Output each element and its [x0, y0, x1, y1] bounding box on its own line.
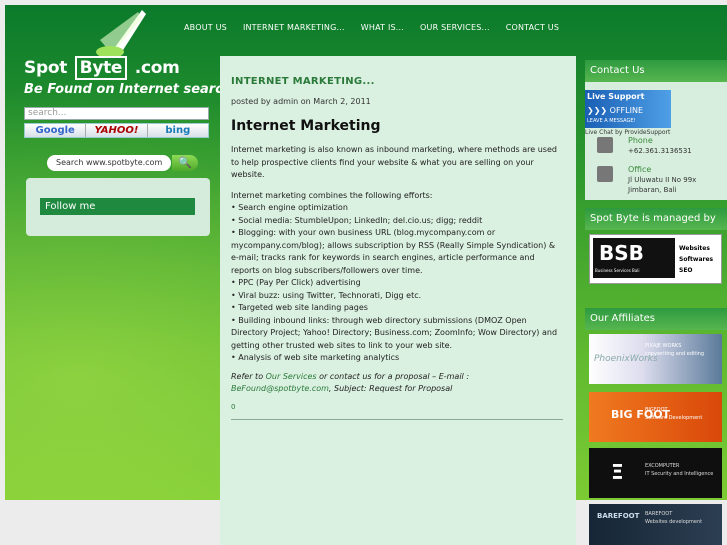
- nav-internet-marketing[interactable]: INTERNET MARKETING...: [235, 23, 353, 32]
- affiliate-banner-barefoot[interactable]: BAREFOOT BAREFOOT Websites development: [589, 504, 722, 545]
- list-item: • Building inbound links: through web di…: [231, 315, 558, 350]
- phone-value: +62.361.3136531: [628, 147, 692, 155]
- affiliate-line2: IT Security and Intelligence: [645, 471, 714, 477]
- logo-word-byte: Byte: [74, 56, 128, 80]
- follow-panel: Follow me: [26, 178, 210, 236]
- bsb-line: Websites: [679, 245, 710, 252]
- follow-me-button[interactable]: Follow me: [40, 198, 195, 215]
- main-content: INTERNET MARKETING... posted by admin on…: [220, 56, 576, 545]
- affiliate-banner-excomputer[interactable]: Ξ EXCOMPUTER IT Security and Intelligence: [589, 448, 722, 498]
- affiliates-heading: Our Affiliates: [585, 308, 727, 330]
- spotlight-icon: [96, 10, 146, 58]
- site-search-input[interactable]: Search www.spotbyte.com: [47, 155, 171, 171]
- live-support-button[interactable]: Live Support ❯❯❯ OFFLINE LEAVE A MESSAGE…: [585, 90, 671, 128]
- office-label: Office: [628, 165, 652, 174]
- affiliate-line2: Websites development: [645, 519, 703, 525]
- bsb-line: Softwares: [679, 256, 714, 263]
- contact-header: Contact Us: [585, 60, 727, 82]
- engine-bing[interactable]: bing: [148, 124, 208, 137]
- affiliate-line1: BAREFOOT: [645, 511, 673, 517]
- post-intro: Internet marketing is also known as inbo…: [231, 145, 557, 179]
- list-item: • Search engine optimization: [231, 203, 348, 212]
- list-intro: Internet marketing combines the followin…: [231, 190, 433, 200]
- search-icon: 🔍: [178, 156, 192, 169]
- contact-panel: Live Support ❯❯❯ OFFLINE LEAVE A MESSAGE…: [585, 82, 727, 200]
- search-engine-tabs: Google YAHOO! bing: [24, 123, 209, 138]
- engine-yahoo[interactable]: YAHOO!: [86, 124, 148, 137]
- affiliate-banner-bigfoot[interactable]: BIG FOOT BIGFOOT Software Development: [589, 392, 722, 442]
- our-services-link[interactable]: Our Services: [266, 372, 317, 381]
- office-icon: [597, 166, 613, 182]
- refer-prefix: Refer to: [231, 371, 266, 381]
- search-input[interactable]: search...: [24, 107, 209, 120]
- chat-provider-link[interactable]: Live Chat by ProvideSupport: [585, 129, 670, 136]
- nav-what-is[interactable]: WHAT IS...: [353, 23, 412, 32]
- office-address-2: Jimbaran, Bali: [628, 186, 677, 194]
- logo-word-spot: Spot: [24, 58, 68, 78]
- refer-text: Refer to Our Services or contact us for …: [231, 371, 565, 396]
- nav-contact-us[interactable]: CONTACT US: [498, 23, 567, 32]
- logo-word-com: .com: [134, 58, 180, 78]
- main-nav: ABOUT US INTERNET MARKETING... WHAT IS..…: [176, 23, 567, 32]
- affiliate-banner-phoenixworks[interactable]: PhoenixWorks PIXAJE WORKS copywriting and…: [589, 334, 722, 384]
- post-list: Internet marketing combines the followin…: [231, 190, 565, 365]
- divider: [231, 418, 563, 420]
- refer-mid: or contact us for a proposal – E-mail :: [316, 371, 470, 381]
- bsb-logo-sub: Business Services Bali: [595, 268, 640, 273]
- nav-about-us[interactable]: ABOUT US: [176, 23, 235, 32]
- affiliate-line1: PIXAJE WORKS: [645, 343, 682, 349]
- bsb-line: SEO: [679, 267, 693, 274]
- managed-header: Spot Byte is managed by: [585, 208, 727, 230]
- bsb-banner[interactable]: BSB Business Services Bali Websites Soft…: [589, 234, 722, 284]
- post-meta: posted by admin on March 2, 2011: [231, 97, 371, 106]
- list-item: • PPC (Pay Per Click) advertising: [231, 278, 361, 287]
- affiliate-line2: Software Development: [645, 415, 703, 421]
- bsb-services: Websites Softwares SEO: [679, 243, 713, 276]
- list-item: • Blogging: with your own business URL (…: [231, 228, 556, 275]
- live-support-status: ❯❯❯ OFFLINE: [587, 106, 644, 115]
- phone-icon: [597, 137, 613, 153]
- email-link[interactable]: BeFound@spotbyte.com: [231, 384, 329, 393]
- phone-label: Phone: [628, 136, 653, 145]
- affiliate-line2: copywriting and editing: [645, 351, 705, 357]
- nav-our-services[interactable]: OUR SERVICES...: [412, 23, 498, 32]
- office-address-1: Jl Uluwatu II No 99x: [628, 176, 697, 184]
- managed-heading: Spot Byte is managed by: [585, 208, 727, 230]
- affiliate-line1: EXCOMPUTER: [645, 463, 680, 469]
- site-search-button[interactable]: 🔍: [172, 155, 198, 171]
- bsb-logo-text: BSB: [599, 241, 644, 265]
- excomputer-logo-icon: Ξ: [611, 460, 624, 484]
- live-support-title: Live Support: [587, 92, 645, 101]
- list-item: • Viral buzz: using Twitter, Technorati,…: [231, 290, 422, 300]
- list-item: • Targeted web site landing pages: [231, 303, 368, 312]
- comment-count-link[interactable]: 0: [231, 403, 565, 411]
- live-support-leave: LEAVE A MESSAGE!: [587, 118, 636, 124]
- post-heading: Internet Marketing: [231, 118, 381, 134]
- affiliates-header: Our Affiliates: [585, 308, 727, 330]
- tagline: Be Found on Internet searches: [24, 82, 249, 97]
- engine-google[interactable]: Google: [25, 124, 87, 137]
- post-title-link[interactable]: INTERNET MARKETING...: [231, 76, 565, 87]
- affiliate-name: BAREFOOT: [597, 512, 640, 520]
- contact-heading: Contact Us: [585, 60, 727, 82]
- list-item: • Analysis of web site marketing analyti…: [231, 353, 400, 362]
- list-item: • Social media: StumbleUpon; LinkedIn; d…: [231, 215, 483, 225]
- affiliate-line1: BIGFOOT: [645, 407, 668, 413]
- refer-suffix: , Subject: Request for Proposal: [328, 384, 453, 393]
